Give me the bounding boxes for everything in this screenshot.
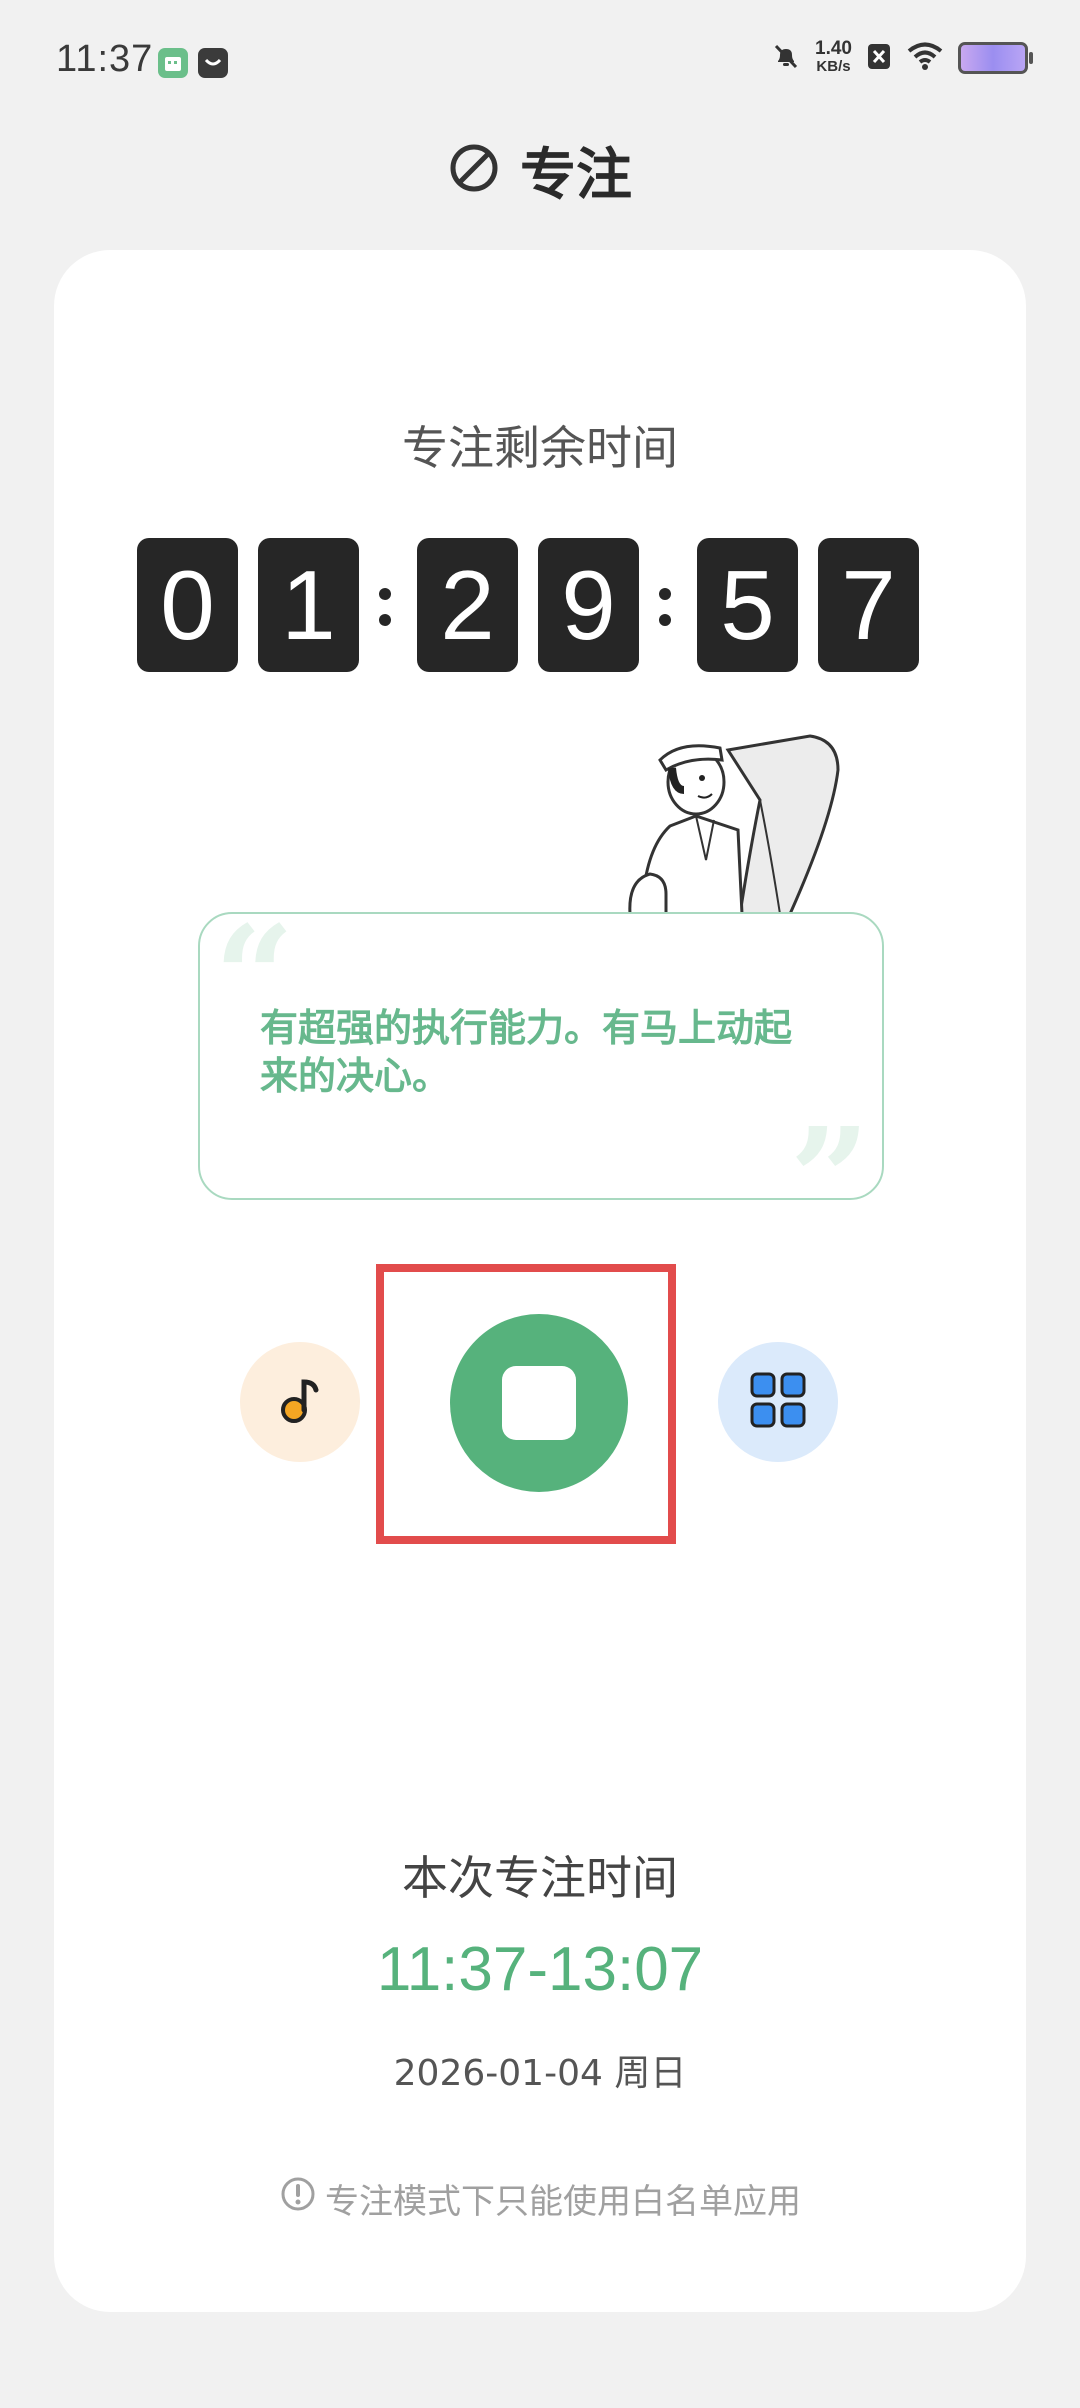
sim-off-icon [866,41,892,75]
status-right-group: 1.40 KB/s [771,38,1033,76]
network-speed-value: 1.40 [815,38,852,59]
timer-colon [653,538,677,672]
prohibit-circle-icon [448,142,500,198]
notice-text: 专注模式下只能使用白名单应用 [325,2182,801,2222]
shopping-bag-notification-icon [198,48,228,78]
wifi-icon [906,41,944,75]
close-quote-icon: ” [789,1098,870,1262]
page-header: 专注 [0,130,1080,210]
remaining-time-label: 专注剩余时间 [402,421,678,475]
timer-digit: 9 [538,538,639,672]
countdown-timer: 0 1 2 9 5 7 [137,538,939,672]
session-time-label: 本次专注时间 [402,1851,678,1905]
status-bar: 11:37 1.40 KB/s [0,0,1080,120]
stop-focus-button[interactable] [450,1314,628,1492]
page-title: 专注 [520,142,632,208]
music-note-icon [270,1370,330,1434]
motivation-quote-card: “ 有超强的执行能力。有马上动起来的决心。 ” [198,908,884,1250]
timer-digit: 5 [697,538,798,672]
battery-icon [958,42,1033,74]
timer-digit: 7 [818,538,919,672]
person-illustration [610,730,870,916]
timer-digit: 0 [137,538,238,672]
info-exclamation-icon [279,2175,317,2222]
timer-colon [373,538,397,672]
calendar-notification-icon [158,48,188,78]
network-speed: 1.40 KB/s [815,38,852,76]
apps-grid-icon [746,1368,810,1436]
mute-bell-icon [771,41,801,75]
whitelist-notice: 专注模式下只能使用白名单应用 [0,2174,1080,2223]
network-speed-unit: KB/s [816,58,851,75]
music-button[interactable] [240,1342,360,1462]
session-time-range: 11:37-13:07 [376,1935,704,2004]
status-time: 11:37 [56,38,154,80]
quote-text: 有超强的执行能力。有马上动起来的决心。 [260,1006,793,1098]
session-date: 2026-01-04 周日 [393,2053,687,2094]
timer-digit: 2 [417,538,518,672]
timer-digit: 1 [258,538,359,672]
stop-icon [502,1366,576,1440]
whitelist-apps-button[interactable] [718,1342,838,1462]
